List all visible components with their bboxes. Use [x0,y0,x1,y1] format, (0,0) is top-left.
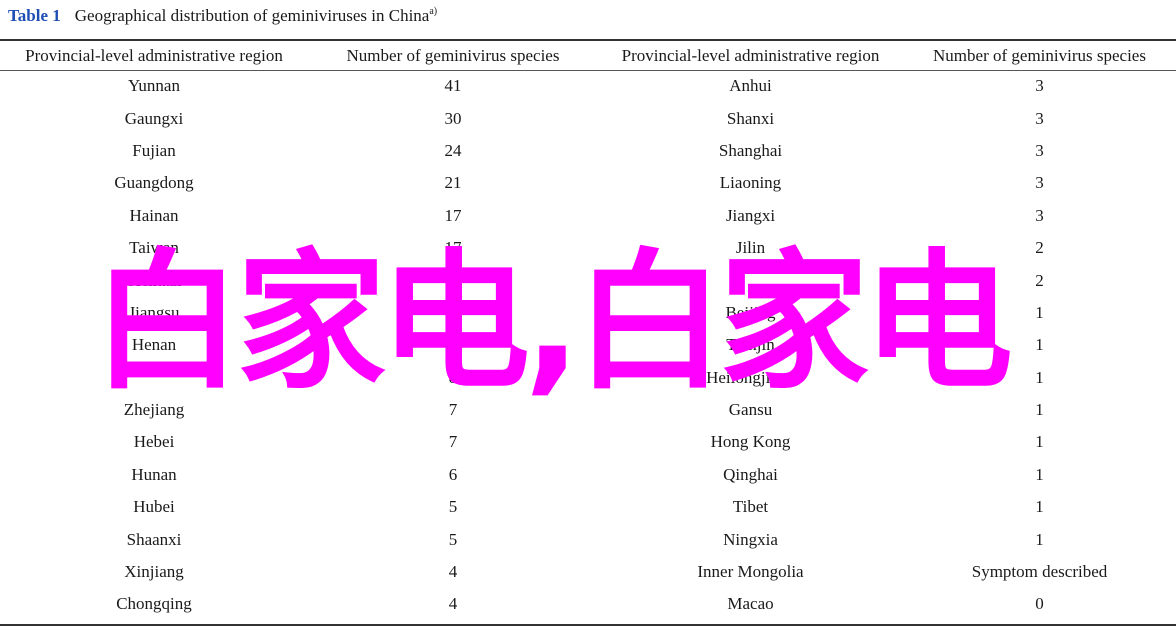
cell-region-right: Beijing [725,302,776,322]
table-row: Guangdong 21 Liaoning 3 [0,167,1176,199]
header-region-left: Provincial-level administrative region [25,45,283,65]
header-region-right: Provincial-level administrative region [621,45,880,65]
cell-region-left: Henan [131,335,177,355]
cell-count-left: 8 [448,367,458,387]
cell-count-right: 1 [1035,302,1044,322]
cell-region-right: Tianjin [726,335,775,355]
cell-region-left: Gaungxi [124,108,184,128]
cell-count-left: 12 [444,335,462,355]
cell-region-left: Hebei [133,432,175,452]
cell-region-left: Sichuan [126,270,182,290]
cell-region-left: Hunan [131,464,177,484]
cell-region-left: Hubei [133,497,175,517]
cell-region-right: Jilin [735,238,766,258]
cell-region-left: Guangdong [114,173,194,193]
cell-region-right: Hong Kong [710,432,791,452]
table-row: Yunnan 41 Anhui 3 [0,70,1176,102]
cell-count-left: 7 [448,432,458,452]
header-count-right: Number of geminivirus species [933,45,1146,65]
cell-count-right: 1 [1035,335,1044,355]
cell-count-left: 41 [444,76,462,96]
cell-count-right: 2 [1035,270,1044,290]
table-row: Gaungxi 30 Shanxi 3 [0,102,1176,134]
cell-region-right [598,264,903,296]
cell-region-right: Gansu [728,400,773,420]
cell-region-right: Heilongjiang [706,367,795,387]
cell-region-left: Taiwan [129,238,179,258]
cell-region-left: Jiangsu [128,302,180,322]
cell-region-left: Zhejiang [123,400,185,420]
cell-region-right: Jiangxi [725,205,776,225]
geminivirus-distribution-table: Provincial-level administrative region N… [0,41,1176,621]
cell-count-left: 24 [444,140,462,160]
table-row: Zhejiang 7 Gansu 1 [0,394,1176,426]
cell-count-left: 6 [448,464,458,484]
cell-count-right: 1 [1035,529,1044,549]
table-row: Hainan 17 Jiangxi 3 [0,200,1176,232]
table-caption: Table 1 Geographical distribution of gemi… [8,6,437,26]
cell-region-right: Qinghai [723,464,778,484]
cell-count-right: 3 [1035,140,1044,160]
cell-count-right: 3 [1035,76,1044,96]
cell-region-right: Tibet [732,497,769,517]
cell-count-left: 13 [444,302,462,322]
table-row: Xinjiang 4 Inner Mongolia Symptom described [0,556,1176,588]
cell-region-left: Chongqing [116,594,192,614]
cell-region-left: Shaanxi [126,529,182,549]
header-row: Provincial-level administrative region N… [0,41,1176,70]
cell-count-right: 3 [1035,173,1044,193]
cell-count-right: 1 [1035,497,1044,517]
cell-count-left: 21 [444,173,462,193]
cell-region-left: Fujian [132,140,176,160]
cell-count-right: 3 [1035,205,1044,225]
cell-count-left: 17 [444,238,462,258]
table-row: Shaanxi 5 Ningxia 1 [0,523,1176,555]
cell-count-left: 7 [448,400,458,420]
cell-region-right: Ningxia [723,529,778,549]
cell-count-left: 4 [448,562,458,582]
cell-count-right: 1 [1035,367,1044,387]
cell-region-right: Macao [727,594,774,614]
cell-count-right: 1 [1035,400,1044,420]
cell-count-right: Symptom described [971,562,1108,582]
cell-count-right: 1 [1035,464,1044,484]
table-row: Hubei 5 Tibet 1 [0,491,1176,523]
cell-count-left: 4 [448,594,458,614]
cell-count-left: 14 [444,270,462,290]
cell-count-right: 2 [1035,238,1044,258]
cell-count-right: 3 [1035,108,1044,128]
table-title: Geographical distribution of geminivirus… [74,6,430,25]
cell-region-right: Inner Mongolia [697,562,804,582]
cell-count-right: 0 [1035,594,1044,614]
table-row: Hunan 6 Qinghai 1 [0,459,1176,491]
cell-count-right: 1 [1035,432,1044,452]
bottom-rule [0,624,1176,626]
table-row: Sichuan 14 2 [0,264,1176,296]
cell-region-right: Anhui [729,76,772,96]
table-row: Chongqing 4 Macao 0 [0,588,1176,620]
cell-region-left: Hainan [129,205,179,225]
cell-count-left: 17 [444,205,462,225]
footnote-mark: a) [429,6,438,17]
table-row: Jiangsu 13 Beijing 1 [0,297,1176,329]
cell-count-left: 5 [448,497,458,517]
table-row: 8 Heilongjiang 1 [0,362,1176,394]
cell-region-left [0,362,308,394]
cell-region-left: Xinjiang [124,562,184,582]
cell-region-right: Shanghai [718,140,783,160]
table-row: Taiwan 17 Jilin 2 [0,232,1176,264]
cell-region-right: Shanxi [726,108,775,128]
table-row: Hebei 7 Hong Kong 1 [0,426,1176,458]
cell-count-left: 30 [444,108,462,128]
table-row: Henan 12 Tianjin 1 [0,329,1176,361]
table-row: Fujian 24 Shanghai 3 [0,135,1176,167]
cell-region-right: Liaoning [719,173,782,193]
table-label: Table 1 [8,6,61,25]
header-count-left: Number of geminivirus species [346,45,560,65]
cell-region-left: Yunnan [128,76,180,96]
cell-count-left: 5 [448,529,458,549]
